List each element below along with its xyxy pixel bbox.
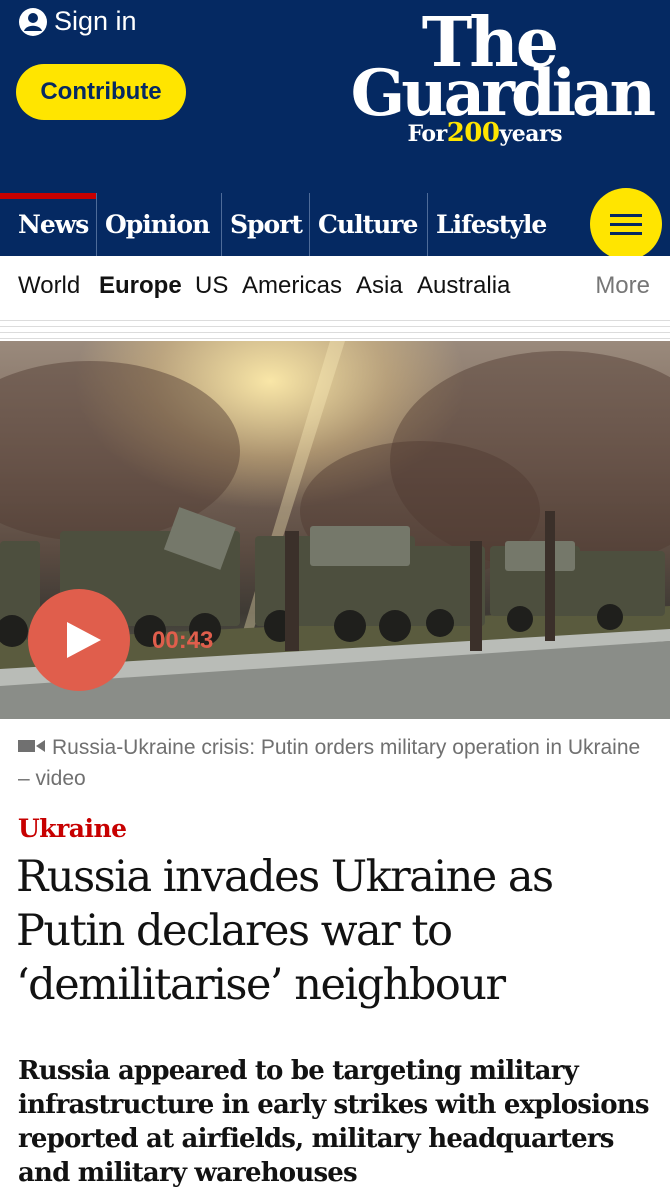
divider-rules xyxy=(0,318,670,340)
video-caption-text: Russia-Ukraine crisis: Putin orders mili… xyxy=(18,736,641,790)
video-camera-icon xyxy=(18,740,45,753)
tagline-suffix: years xyxy=(499,121,562,147)
pillar-culture[interactable]: Culture xyxy=(309,193,427,256)
pillar-sport[interactable]: Sport xyxy=(221,193,309,256)
divider-line xyxy=(0,326,670,327)
subnav-more-link[interactable]: More xyxy=(595,272,650,300)
subnav-item-europe[interactable]: Europe xyxy=(99,272,182,300)
play-button[interactable] xyxy=(28,589,130,691)
video-caption: Russia-Ukraine crisis: Putin orders mili… xyxy=(18,732,648,794)
divider-line xyxy=(0,338,670,339)
pillar-nav: News Opinion Sport Culture Lifestyle xyxy=(0,188,670,260)
logo-tagline: For200years xyxy=(407,118,563,148)
hamburger-menu-icon[interactable] xyxy=(590,188,662,260)
logo-guardian: Guardian xyxy=(350,56,656,131)
sign-in-label: Sign in xyxy=(54,6,137,36)
divider-line xyxy=(0,332,670,333)
sign-in-link[interactable]: Sign in xyxy=(18,6,137,37)
subnav-item-world[interactable]: World xyxy=(18,272,80,300)
article-kicker[interactable]: Ukraine xyxy=(18,814,127,843)
pillar-news[interactable]: News xyxy=(0,193,96,256)
subnav-item-asia[interactable]: Asia xyxy=(356,272,403,300)
play-icon xyxy=(67,622,101,658)
pillar-lifestyle[interactable]: Lifestyle xyxy=(427,193,567,256)
subnav-item-americas[interactable]: Americas xyxy=(242,272,342,300)
tagline-prefix: For xyxy=(407,121,448,147)
article-headline: Russia invades Ukraine as Putin declares… xyxy=(16,852,554,1010)
pillar-opinion[interactable]: Opinion xyxy=(96,193,216,256)
article-standfirst: Russia appeared to be targeting military… xyxy=(18,1056,649,1188)
menu-bar-top xyxy=(610,213,642,217)
tagline-number: 200 xyxy=(446,118,500,148)
contribute-button[interactable]: Contribute xyxy=(16,64,186,120)
subnav-item-us[interactable]: US xyxy=(195,272,228,300)
divider-line xyxy=(0,320,670,321)
video-duration: 00:43 xyxy=(152,627,214,654)
guardian-logo[interactable]: The Guardian For200years xyxy=(312,8,656,158)
user-icon xyxy=(19,7,47,36)
masthead: Sign in Contribute The Guardian For200ye… xyxy=(0,0,670,196)
menu-bar-middle xyxy=(610,222,642,226)
video-player[interactable]: 00:43 xyxy=(0,341,670,719)
subnav-item-australia[interactable]: Australia xyxy=(417,272,510,300)
section-subnav: World Europe US Americas Asia Australia … xyxy=(0,256,670,318)
menu-bar-bottom xyxy=(610,231,642,235)
